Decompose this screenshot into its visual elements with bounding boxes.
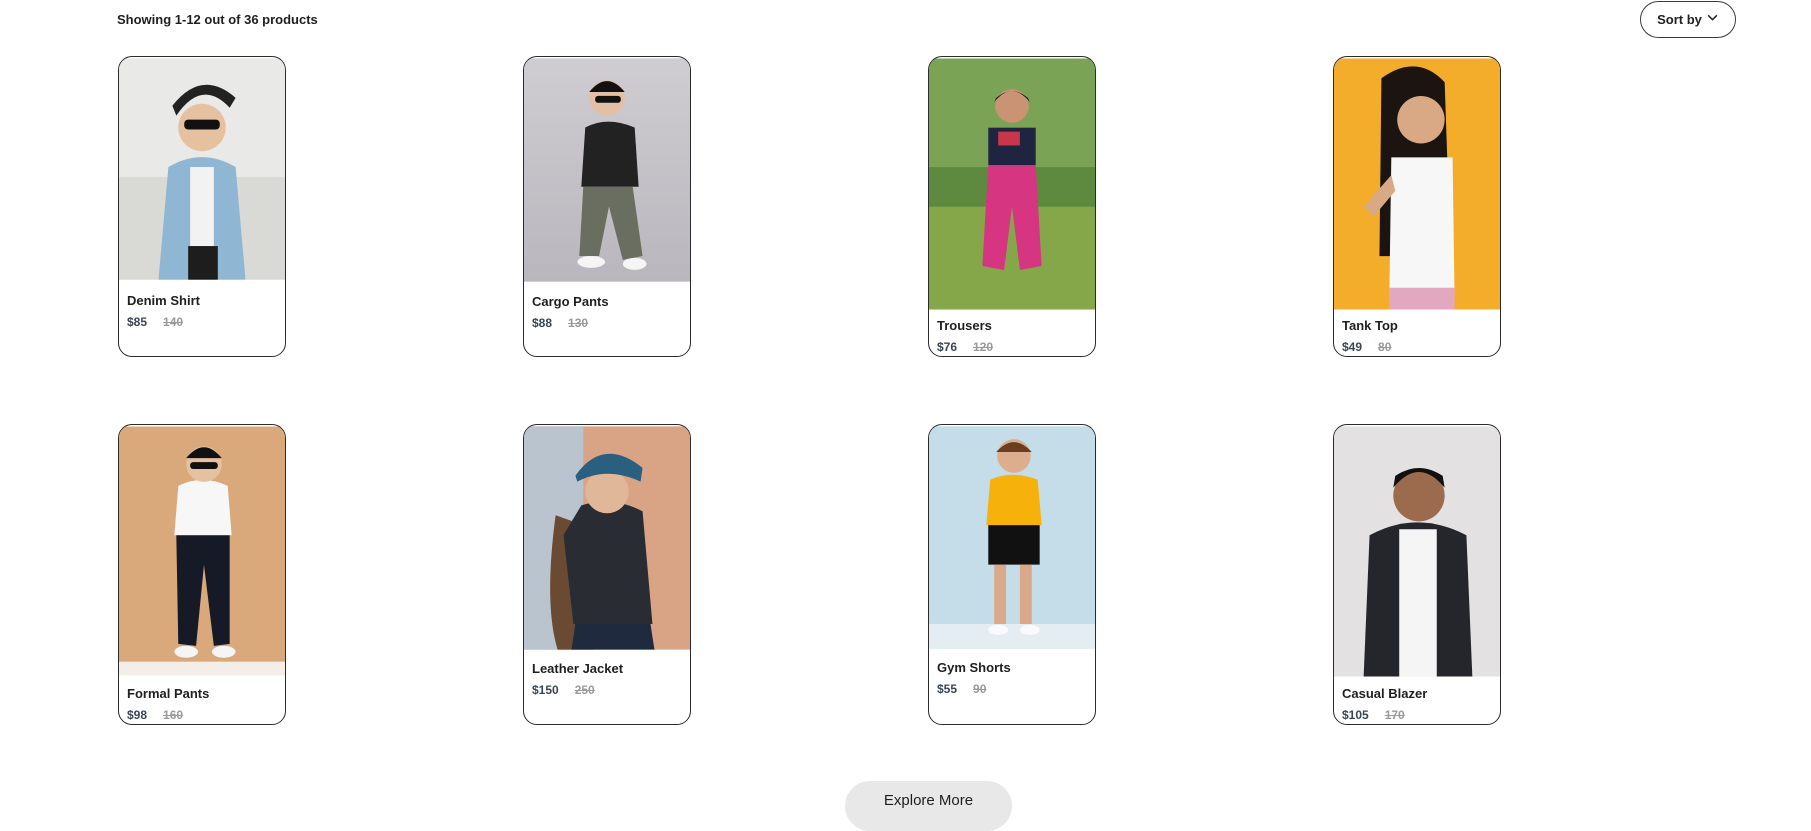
product-card-trousers[interactable]: Trousers $76 120 (928, 56, 1096, 357)
product-name: Gym Shorts (937, 660, 1011, 675)
product-old-price: 130 (568, 316, 589, 330)
product-image (119, 426, 285, 676)
product-old-price: 170 (1384, 708, 1405, 722)
product-old-price: 250 (574, 683, 595, 697)
product-price: $49 (1342, 340, 1363, 354)
product-image (1334, 58, 1500, 310)
product-price: $150 (532, 683, 559, 697)
product-image (119, 58, 285, 280)
product-old-price: 120 (973, 340, 994, 354)
product-card-cargo-pants[interactable]: Cargo Pants $88 130 (523, 56, 691, 357)
product-name: Leather Jacket (532, 661, 624, 676)
chevron-down-icon (1707, 14, 1718, 21)
product-name: Formal Pants (127, 686, 210, 701)
product-card-gym-shorts[interactable]: Gym Shorts $55 90 (928, 424, 1096, 725)
product-card-tank-top[interactable]: Tank Top $49 80 (1333, 56, 1501, 357)
product-image (929, 58, 1095, 310)
explore-more-button[interactable]: Explore More (845, 781, 1012, 831)
product-old-price: 140 (163, 315, 184, 329)
product-image (524, 426, 690, 650)
product-old-price: 160 (163, 708, 184, 722)
product-image (929, 426, 1095, 649)
product-name: Casual Blazer (1342, 686, 1428, 701)
product-name: Denim Shirt (127, 293, 200, 308)
product-card-leather-jacket[interactable]: Leather Jacket $150 250 (523, 424, 691, 725)
product-card-casual-blazer[interactable]: Casual Blazer $105 170 (1333, 424, 1501, 725)
product-image (1334, 426, 1500, 677)
product-name: Cargo Pants (532, 294, 609, 309)
product-old-price: 80 (1378, 340, 1392, 354)
product-price: $76 (937, 340, 958, 354)
product-price: $85 (127, 315, 148, 329)
product-card-formal-pants[interactable]: Formal Pants $98 160 (118, 424, 286, 725)
product-card-denim-shirt[interactable]: Denim Shirt $85 140 (118, 56, 286, 357)
product-price: $105 (1342, 708, 1369, 722)
product-old-price: 90 (973, 682, 987, 696)
product-price: $98 (127, 708, 148, 722)
results-summary: Showing 1-12 out of 36 products (117, 12, 318, 27)
sort-by-label: Sort by (1657, 12, 1702, 27)
product-price: $88 (532, 316, 553, 330)
product-name: Trousers (937, 318, 992, 333)
product-image (524, 58, 690, 282)
product-price: $55 (937, 682, 958, 696)
sort-by-button[interactable]: Sort by (1640, 1, 1736, 38)
product-name: Tank Top (1342, 318, 1398, 333)
